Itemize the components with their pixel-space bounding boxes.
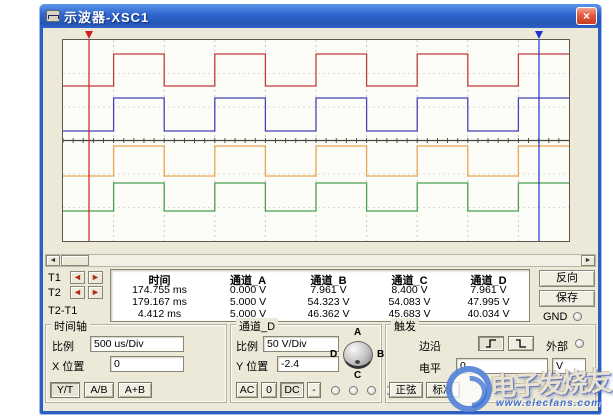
trigger-title: 触发 <box>391 318 419 334</box>
table-header-cell: 通道_A <box>229 275 267 287</box>
coupling-ac-button[interactable]: AC <box>236 382 258 398</box>
table-header-cell: 通道_D <box>470 275 507 287</box>
scroll-right-button[interactable]: ► <box>581 255 595 266</box>
table-cell: 54.323 V <box>307 296 350 308</box>
x-position-input[interactable]: 0 <box>110 356 184 372</box>
knob-label-d: D <box>330 349 338 360</box>
window-title: 示波器-XSC1 <box>64 9 150 25</box>
window-icon <box>46 10 60 22</box>
trigger-group: 触发 边沿 外部 电平 0 V 正弦 标准 <box>385 318 596 403</box>
window-body: ◄ ► T1 ◄ ► T2 ◄ ► T2-T1 时间 通道_A 通道_B 通道_C 通道… <box>43 28 598 411</box>
scroll-thumb[interactable] <box>61 255 89 266</box>
scope-scrollbar[interactable]: ◄ ► <box>45 254 596 267</box>
title-bar[interactable]: 示波器-XSC1 × <box>40 4 601 28</box>
t2-right-button[interactable]: ► <box>88 286 103 299</box>
channel-b-radio[interactable] <box>349 386 358 395</box>
external-label: 外部 <box>546 341 568 353</box>
measurement-table: 时间 通道_A 通道_B 通道_C 通道_D 174.755 ms 0.000 V 7.961… <box>110 269 530 322</box>
cursor-2-flag[interactable] <box>535 31 543 39</box>
table-cell: 54.083 V <box>388 296 431 308</box>
timebase-title: 时间轴 <box>51 318 90 334</box>
close-button[interactable]: × <box>576 7 597 25</box>
external-radio[interactable] <box>575 339 584 348</box>
x-position-label: X 位置 <box>52 361 85 373</box>
table-cell: 47.995 V <box>467 296 510 308</box>
table-cell: 0.000 V <box>229 284 267 296</box>
falling-edge-button[interactable] <box>508 336 534 351</box>
level-unit-select[interactable]: V <box>552 358 586 374</box>
save-button[interactable]: 保存 <box>539 290 595 307</box>
channel-scale-input[interactable]: 50 V/Div <box>263 336 339 352</box>
t1-left-button[interactable]: ◄ <box>70 271 85 284</box>
table-cell: 46.362 V <box>307 308 350 320</box>
reverse-button[interactable]: 反向 <box>539 270 595 287</box>
table-cell: 174.755 ms <box>132 284 187 296</box>
t1-right-button[interactable]: ► <box>88 271 103 284</box>
knob-label-c: C <box>354 370 362 381</box>
scroll-left-button[interactable]: ◄ <box>46 255 60 266</box>
table-cell: 40.034 V <box>467 308 510 320</box>
mode-yt-button[interactable]: Y/T <box>50 382 80 398</box>
timebase-group: 时间轴 比例 500 us/Div X 位置 0 Y/T A/B A+B <box>45 318 227 403</box>
coupling-minus-button[interactable]: - <box>307 382 321 398</box>
timebase-scale-label: 比例 <box>52 341 74 353</box>
ground-radio[interactable] <box>573 312 582 321</box>
mode-ab-button[interactable]: A/B <box>84 382 114 398</box>
table-header-cell: 通道_B <box>310 275 347 287</box>
channel-a-radio[interactable] <box>331 386 340 395</box>
level-label: 电平 <box>419 363 441 375</box>
edge-label: 边沿 <box>419 341 441 353</box>
table-header-cell: 通道_C <box>391 275 428 287</box>
scope-plot <box>62 39 570 242</box>
channel-title: 通道_D <box>236 318 279 334</box>
trigger-normal-button[interactable]: 标准 <box>426 382 460 398</box>
table-cell: 8.400 V <box>391 284 428 296</box>
knob-label-b: B <box>377 349 385 360</box>
channel-c-radio[interactable] <box>367 386 376 395</box>
rising-edge-icon <box>486 339 496 348</box>
t1-label: T1 <box>48 272 61 284</box>
timebase-scale-input[interactable]: 500 us/Div <box>90 336 184 352</box>
t2t1-label: T2-T1 <box>48 305 78 317</box>
t2-left-button[interactable]: ◄ <box>70 286 85 299</box>
level-input[interactable]: 0 <box>456 358 548 374</box>
table-cell: 4.412 ms <box>137 308 182 320</box>
channel-group: 通道_D 比例 50 V/Div Y 位置 -2.4 A B C D AC 0 … <box>230 318 394 403</box>
knob-label-a: A <box>354 327 362 338</box>
rising-edge-button[interactable] <box>478 336 504 351</box>
channel-select-knob[interactable] <box>343 341 373 369</box>
table-cell: 5.000 V <box>229 296 267 308</box>
channel-scale-label: 比例 <box>236 341 258 353</box>
oscilloscope-window: 示波器-XSC1 × ◄ ► T1 ◄ ► T2 ◄ ► T2-T1 时间 通道_… <box>40 4 601 414</box>
ground-label: GND <box>543 311 568 323</box>
trigger-sing-button[interactable]: 正弦 <box>389 382 423 398</box>
table-cell: 7.961 V <box>470 284 507 296</box>
coupling-dc-button[interactable]: DC <box>280 382 304 398</box>
table-cell: 179.167 ms <box>132 296 187 308</box>
coupling-0-button[interactable]: 0 <box>261 382 277 398</box>
table-header-cell: 时间 <box>148 275 171 287</box>
t2-label: T2 <box>48 287 61 299</box>
mode-aplusb-button[interactable]: A+B <box>118 382 152 398</box>
cursor-1-flag[interactable] <box>85 31 93 39</box>
falling-edge-icon <box>516 339 526 348</box>
y-position-label: Y 位置 <box>236 361 269 373</box>
table-cell: 7.961 V <box>310 284 347 296</box>
